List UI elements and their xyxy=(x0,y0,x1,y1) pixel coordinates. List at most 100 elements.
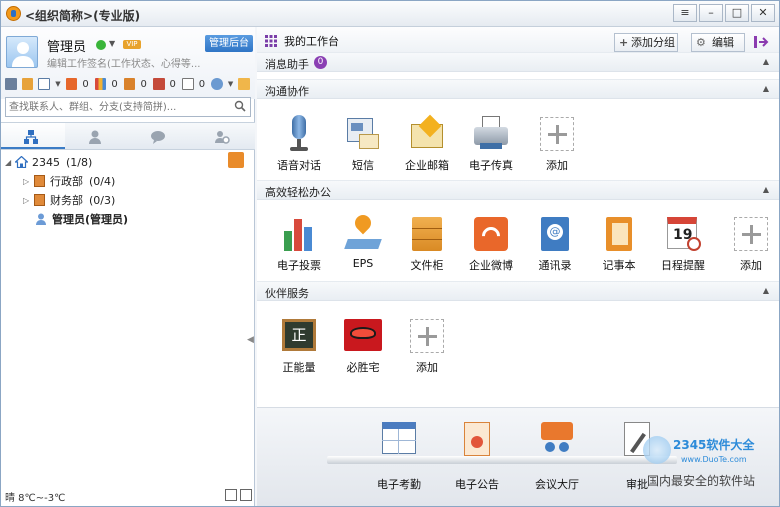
organization-icon xyxy=(24,130,38,144)
printer-icon[interactable] xyxy=(5,78,17,90)
tab-external[interactable] xyxy=(192,123,256,149)
avatar[interactable] xyxy=(6,36,38,68)
tab-organization[interactable] xyxy=(1,123,65,149)
tree-root[interactable]: ◢ 2345 (1/8) xyxy=(1,153,253,172)
signature-field[interactable]: 编辑工作签名(工作状态、心得等... xyxy=(47,55,200,70)
chat-icon xyxy=(151,131,165,144)
address-book-icon: @ xyxy=(536,215,574,253)
edit-button[interactable]: ⚙ 编辑 xyxy=(691,33,745,52)
app-voice-call[interactable]: 语音对话 xyxy=(269,115,329,173)
tab-groups[interactable] xyxy=(128,123,192,149)
status-dropdown-icon[interactable]: ▼ xyxy=(109,39,115,48)
edit-label: 编辑 xyxy=(712,36,734,49)
chart-count: 0 xyxy=(111,78,118,90)
app-label: 必胜宅 xyxy=(346,361,380,374)
app-label: 文件柜 xyxy=(410,259,444,272)
app-email[interactable]: 企业邮箱 xyxy=(397,114,457,173)
app-address-book[interactable]: @ 通讯录 xyxy=(525,215,585,273)
department-icon xyxy=(34,175,45,187)
task-icon[interactable] xyxy=(123,78,136,90)
dock-attendance[interactable]: 电子考勤 xyxy=(369,420,429,492)
chart-icon[interactable] xyxy=(94,78,107,90)
locate-icon[interactable] xyxy=(228,152,244,168)
tree-user[interactable]: 管理员(管理员) xyxy=(1,210,253,229)
blackboard-icon: 正 xyxy=(280,317,318,355)
app-add[interactable]: 添加 xyxy=(721,215,780,273)
menu-icon[interactable]: ≡ xyxy=(673,4,697,22)
user-icon xyxy=(36,213,46,225)
microphone-icon xyxy=(280,115,318,153)
plus-icon: + xyxy=(619,36,629,49)
app-label: 企业微博 xyxy=(469,259,513,272)
app-sms[interactable]: 短信 xyxy=(333,115,393,173)
collapse-icon[interactable]: ▲ xyxy=(763,286,769,295)
mail-icon[interactable] xyxy=(38,78,51,90)
dock-meeting-hall[interactable]: 会议大厅 xyxy=(527,420,587,492)
weather-status: 晴 8℃~-3℃ xyxy=(5,493,66,504)
document-count: 0 xyxy=(198,78,206,90)
note-icon[interactable] xyxy=(21,78,34,90)
app-label: 短信 xyxy=(352,159,374,172)
tree-department[interactable]: ▷ 财务部 (0/3) xyxy=(1,191,253,210)
app-positive-energy[interactable]: 正 正能量 xyxy=(269,317,329,375)
app-notebook[interactable]: 记事本 xyxy=(589,215,649,273)
tree-department[interactable]: ▷ 行政部 (0/4) xyxy=(1,172,253,191)
add-icon xyxy=(540,117,574,151)
section-title: 伙伴服务 xyxy=(265,287,309,300)
collapsed-arrow-icon[interactable]: ▷ xyxy=(23,172,29,191)
app-voting[interactable]: 电子投票 xyxy=(269,215,329,273)
app-logo-icon xyxy=(6,6,21,21)
broadcast-icon xyxy=(472,215,510,253)
footer-tools xyxy=(222,489,252,501)
collapse-icon[interactable]: ▲ xyxy=(763,185,769,194)
collapse-icon[interactable]: ▲ xyxy=(763,57,769,66)
app-file-cabinet[interactable]: 文件柜 xyxy=(397,215,457,273)
app-weibo[interactable]: 企业微博 xyxy=(461,215,521,273)
document-icon[interactable] xyxy=(181,78,194,90)
person-settings-icon xyxy=(214,131,230,144)
collapse-panel-icon[interactable]: ◀ xyxy=(247,335,254,349)
exit-icon[interactable] xyxy=(753,34,769,50)
cabinet-icon xyxy=(408,215,446,253)
dock-announcement[interactable]: 电子公告 xyxy=(447,420,507,492)
maximize-icon[interactable]: □ xyxy=(725,4,749,22)
meeting-icon xyxy=(538,420,576,458)
close-icon[interactable]: ✕ xyxy=(751,4,775,22)
timesheet-icon xyxy=(380,420,418,458)
section-messages[interactable]: 消息助手 0 ▲ xyxy=(257,52,779,72)
department-icon xyxy=(34,194,45,206)
search-input[interactable] xyxy=(6,98,226,116)
app-add[interactable]: 添加 xyxy=(397,317,457,375)
online-status-icon[interactable] xyxy=(96,40,106,50)
app-label: 添加 xyxy=(740,259,762,272)
gear-icon: ⚙ xyxy=(696,36,706,49)
app-schedule[interactable]: 19 日程提醒 xyxy=(653,215,713,273)
share-icon[interactable] xyxy=(238,78,250,90)
alarm-count: 0 xyxy=(82,78,89,90)
minimize-icon[interactable]: – xyxy=(699,4,723,22)
tab-contacts[interactable] xyxy=(65,123,129,149)
add-group-button[interactable]: + 添加分组 xyxy=(614,33,678,52)
app-add[interactable]: 添加 xyxy=(527,115,587,173)
grid-icon xyxy=(265,35,277,47)
section-communication[interactable]: 沟通协作 ▲ xyxy=(257,79,779,99)
collapse-icon[interactable]: ▲ xyxy=(763,84,769,93)
organization-tree: ◢ 2345 (1/8) ▷ 行政部 (0/4) ▷ 财务部 (0/3) 管理员… xyxy=(1,153,253,229)
alarm-icon[interactable] xyxy=(65,78,78,90)
app-pizza-hut[interactable]: 必胜宅 xyxy=(333,317,393,375)
window-icon[interactable] xyxy=(225,489,237,501)
collapsed-arrow-icon[interactable]: ▷ xyxy=(23,191,29,210)
dock-label: 会议大厅 xyxy=(535,478,579,491)
section-partner[interactable]: 伙伴服务 ▲ xyxy=(257,281,779,301)
calendar-small-icon[interactable] xyxy=(240,489,252,501)
app-fax[interactable]: 电子传真 xyxy=(461,115,521,173)
section-office[interactable]: 高效轻松办公 ▲ xyxy=(257,180,779,200)
admin-console-button[interactable]: 管理后台 xyxy=(205,35,253,52)
search-icon[interactable] xyxy=(234,100,246,112)
expanded-arrow-icon[interactable]: ◢ xyxy=(5,153,11,172)
pizza-hut-logo-icon xyxy=(344,317,382,355)
title-bar: <组织简称>(专业版) ≡ – □ ✕ xyxy=(1,1,779,27)
calendar-icon[interactable] xyxy=(152,78,165,90)
app-eps[interactable]: EPS xyxy=(333,211,393,270)
add-contact-icon[interactable] xyxy=(211,78,223,90)
